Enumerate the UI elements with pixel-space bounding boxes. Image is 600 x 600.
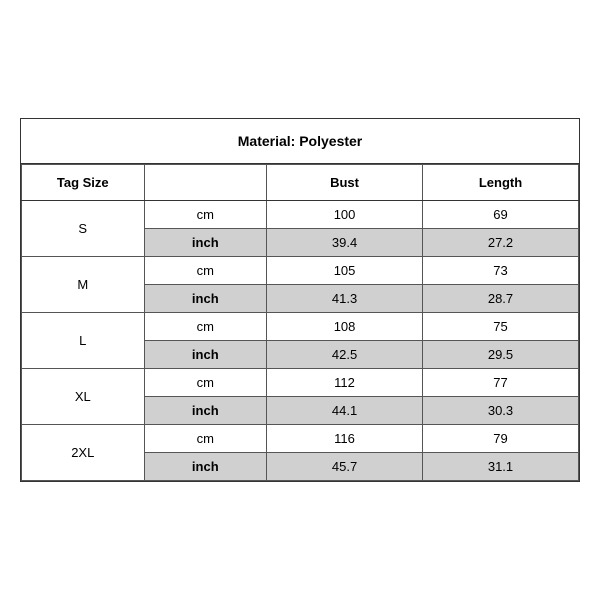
bust-cm: 100 — [267, 201, 423, 229]
length-cm: 77 — [423, 369, 579, 397]
unit-cm: cm — [144, 201, 267, 229]
unit-cm: cm — [144, 425, 267, 453]
table-row: 2XL cm 116 79 — [22, 425, 579, 453]
header-length: Length — [423, 165, 579, 201]
bust-inch: 42.5 — [267, 341, 423, 369]
unit-cm: cm — [144, 369, 267, 397]
length-cm: 79 — [423, 425, 579, 453]
table-header-row: Tag Size Bust Length — [22, 165, 579, 201]
size-label: S — [22, 201, 145, 257]
unit-inch: inch — [144, 341, 267, 369]
bust-inch: 44.1 — [267, 397, 423, 425]
bust-inch: 39.4 — [267, 229, 423, 257]
bust-inch: 41.3 — [267, 285, 423, 313]
length-inch: 28.7 — [423, 285, 579, 313]
table-row: L cm 108 75 — [22, 313, 579, 341]
table-row: S cm 100 69 — [22, 201, 579, 229]
length-cm: 75 — [423, 313, 579, 341]
unit-inch: inch — [144, 285, 267, 313]
bust-cm: 112 — [267, 369, 423, 397]
header-unit — [144, 165, 267, 201]
bust-cm: 105 — [267, 257, 423, 285]
size-chart-container: Material: Polyester Tag Size Bust Length… — [20, 118, 580, 482]
bust-inch: 45.7 — [267, 453, 423, 481]
header-tag-size: Tag Size — [22, 165, 145, 201]
size-label: L — [22, 313, 145, 369]
table-row: M cm 105 73 — [22, 257, 579, 285]
size-label: XL — [22, 369, 145, 425]
header-bust: Bust — [267, 165, 423, 201]
size-table: Tag Size Bust Length S cm 100 69 inch 39… — [21, 164, 579, 481]
length-inch: 29.5 — [423, 341, 579, 369]
chart-title: Material: Polyester — [21, 119, 579, 164]
length-cm: 73 — [423, 257, 579, 285]
table-row: XL cm 112 77 — [22, 369, 579, 397]
length-inch: 27.2 — [423, 229, 579, 257]
length-inch: 30.3 — [423, 397, 579, 425]
unit-cm: cm — [144, 257, 267, 285]
length-inch: 31.1 — [423, 453, 579, 481]
unit-inch: inch — [144, 453, 267, 481]
unit-inch: inch — [144, 229, 267, 257]
bust-cm: 116 — [267, 425, 423, 453]
unit-inch: inch — [144, 397, 267, 425]
size-label: M — [22, 257, 145, 313]
unit-cm: cm — [144, 313, 267, 341]
size-label: 2XL — [22, 425, 145, 481]
length-cm: 69 — [423, 201, 579, 229]
bust-cm: 108 — [267, 313, 423, 341]
